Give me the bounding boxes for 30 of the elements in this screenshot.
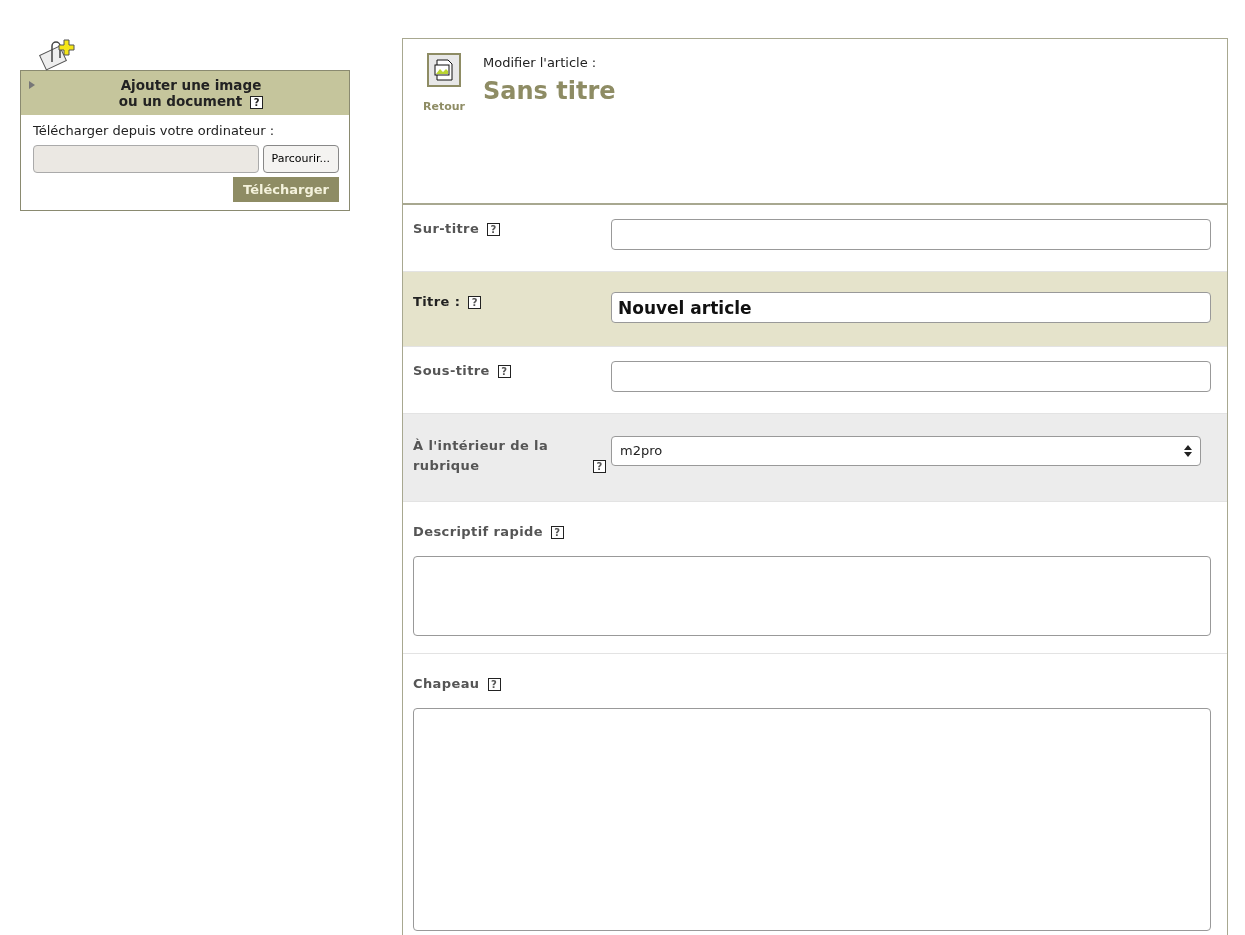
help-icon[interactable]: ? [497, 365, 511, 378]
help-icon[interactable]: ? [550, 526, 564, 539]
document-image-icon[interactable] [427, 53, 461, 87]
page-subtitle: Modifier l'article : [483, 54, 598, 72]
dropdown-value: m2pro [620, 442, 663, 461]
field-label: Sur-titre [413, 220, 480, 238]
help-icon[interactable]: ? [487, 223, 501, 236]
article-title: Sans titre [483, 75, 616, 107]
browse-button[interactable]: Parcourir... [262, 144, 339, 173]
help-icon[interactable]: ? [593, 459, 606, 473]
field-label: Chapeau [413, 675, 480, 693]
help-icon[interactable]: ? [487, 678, 501, 691]
spinner-arrows-icon [1184, 445, 1192, 457]
dropdown[interactable]: m2pro [611, 436, 1201, 466]
attach-add-icon [38, 38, 78, 72]
upload-label: Télécharger depuis votre ordinateur : [33, 122, 276, 141]
expand-arrow-icon[interactable] [29, 81, 35, 89]
text-field[interactable]: Nouvel article [611, 292, 1211, 323]
field-label: À l'intérieur de la rubrique [413, 437, 550, 475]
panel-title: Ajouter une image [120, 77, 262, 93]
field-label: Descriptif rapide [413, 523, 543, 541]
help-icon[interactable]: ? [468, 296, 482, 309]
field-label: Sous-titre [413, 362, 490, 380]
text-field[interactable] [611, 361, 1211, 392]
file-field[interactable] [33, 144, 259, 173]
help-icon[interactable]: ? [250, 95, 264, 109]
text-field[interactable] [611, 219, 1211, 250]
field-label: Titre : [413, 293, 461, 311]
panel-title: ou un document [118, 93, 243, 110]
text-area[interactable] [413, 555, 1211, 636]
